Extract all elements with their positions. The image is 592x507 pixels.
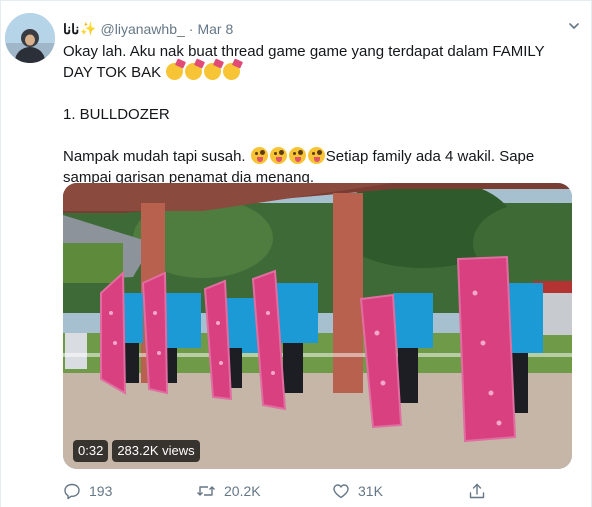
retweet-count: 20.2K: [224, 483, 261, 499]
video-frame: [63, 183, 572, 469]
party-face-icon: [223, 63, 241, 80]
sparkles-icon: ✨: [80, 21, 97, 36]
tweet-actions: 193 20.2K 31K: [63, 480, 573, 502]
avatar[interactable]: [5, 13, 55, 63]
party-face-icon: [204, 63, 222, 80]
share-button[interactable]: [468, 480, 494, 502]
tweet-line-1: Okay lah. Aku nak buat thread game game …: [63, 41, 573, 83]
retweet-button[interactable]: 20.2K: [196, 480, 261, 502]
author-handle[interactable]: @liyanawhb_: [101, 21, 185, 37]
like-button[interactable]: 31K: [332, 480, 383, 502]
tweet-text: Okay lah. Aku nak buat thread game game …: [63, 41, 573, 188]
author-display-name[interactable]: نانا: [63, 21, 79, 38]
party-face-icon: [166, 63, 184, 80]
chevron-down-icon[interactable]: [567, 19, 581, 33]
avatar-image: [5, 13, 55, 63]
zany-face-icon: [250, 147, 268, 164]
tweet-heading: 1. BULLDOZER: [63, 106, 170, 123]
tweet-intro-text: Okay lah. Aku nak buat thread game game …: [63, 43, 545, 81]
retweet-icon: [197, 486, 215, 496]
zany-face-icon: [307, 147, 325, 164]
video-view-count: 283.2K views: [112, 440, 200, 462]
video-info-badge: 0:32 283.2K views: [73, 440, 200, 462]
reply-icon: [64, 483, 80, 500]
zany-face-icon: [269, 147, 287, 164]
party-face-icon: [185, 63, 203, 80]
reply-count: 193: [89, 483, 113, 499]
like-count: 31K: [358, 483, 383, 499]
share-icon: [469, 483, 485, 499]
zany-face-icon: [288, 147, 306, 164]
tweet-header: نانا ✨ @liyanawhb_ · Mar 8: [63, 19, 233, 39]
tweet-body-text: Nampak mudah tapi susah.: [63, 148, 246, 165]
reply-button[interactable]: 193: [63, 480, 112, 502]
heart-icon: [333, 484, 349, 499]
video-duration: 0:32: [73, 440, 109, 462]
tweet-card[interactable]: نانا ✨ @liyanawhb_ · Mar 8 Okay lah. Aku…: [0, 0, 592, 507]
tweet-body: Nampak mudah tapi susah. Setiap family a…: [63, 146, 573, 188]
video-player[interactable]: [63, 183, 572, 469]
separator-dot: ·: [188, 21, 194, 37]
tweet-date[interactable]: Mar 8: [197, 21, 233, 37]
